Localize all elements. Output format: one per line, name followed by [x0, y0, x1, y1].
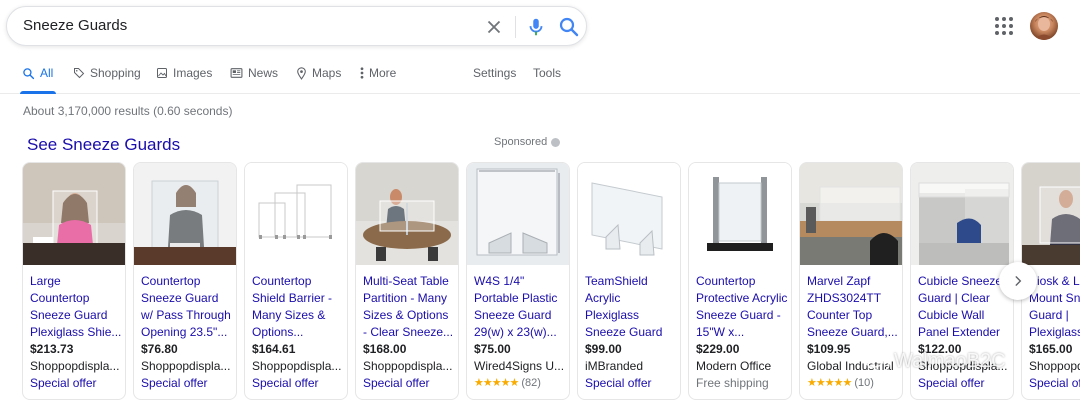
tab-label: More [369, 66, 397, 80]
special-offer-label[interactable]: Special offer [1029, 376, 1080, 390]
product-card[interactable]: Large Countertop Sneeze Guard Plexiglass… [22, 162, 126, 400]
tag-icon [74, 68, 85, 79]
product-image [23, 163, 125, 265]
review-count: (10) [854, 376, 874, 389]
product-title[interactable]: Large Countertop Sneeze Guard Plexiglass… [30, 273, 122, 341]
clear-icon[interactable] [483, 16, 505, 38]
product-card[interactable]: Multi-Seat Table Partition - Many Sizes … [355, 162, 459, 400]
product-title[interactable]: Multi-Seat Table Partition - Many Sizes … [363, 273, 455, 341]
product-price: $109.95 [807, 342, 851, 356]
search-divider [515, 16, 516, 38]
product-card[interactable]: Countertop Shield Barrier - Many Sizes &… [244, 162, 348, 400]
wechat-logo-icon [864, 351, 890, 372]
tab-settings[interactable]: Settings [473, 66, 516, 80]
special-offer-label[interactable]: Special offer [585, 376, 652, 390]
product-title[interactable]: TeamShield Acrylic Plexiglass Sneeze Gua… [585, 273, 677, 341]
tab-label: All [40, 66, 54, 80]
product-seller: Shoppopdispla... [252, 359, 342, 373]
product-image [356, 163, 458, 265]
special-offer-label[interactable]: Special offer [141, 376, 208, 390]
product-price: $165.00 [1029, 342, 1073, 356]
special-offer-label[interactable]: Special offer [252, 376, 319, 390]
apps-grid-icon[interactable] [992, 14, 1016, 38]
search-box[interactable]: Sneeze Guards [6, 6, 587, 46]
product-title[interactable]: Countertop Shield Barrier - Many Sizes &… [252, 273, 344, 341]
special-offer-label[interactable]: Special offer [30, 376, 97, 390]
tab-label: Settings [473, 66, 517, 80]
product-seller: Wired4Signs U... [474, 359, 565, 373]
product-image [578, 163, 680, 265]
product-seller: Shoppopdispla... [141, 359, 231, 373]
product-image [911, 163, 1013, 265]
product-title[interactable]: W4S 1/4" Portable Plastic Sneeze Guard 2… [474, 273, 566, 341]
product-price: $76.80 [141, 342, 178, 356]
product-price: $99.00 [585, 342, 622, 356]
tab-all[interactable]: All [22, 66, 53, 80]
product-title[interactable]: Cubicle Sneeze Guard | Clear Cubicle Wal… [918, 273, 1010, 341]
product-card[interactable]: Countertop Protective Acrylic Sneeze Gua… [688, 162, 792, 400]
result-stats: About 3,170,000 results (0.60 seconds) [23, 104, 233, 118]
search-icon[interactable] [557, 15, 581, 39]
product-image [245, 163, 347, 265]
more-vert-icon [360, 67, 364, 79]
star-rating-icon: ★★★★★ [807, 377, 852, 389]
tab-label: Maps [312, 66, 342, 80]
product-price: $164.61 [252, 342, 296, 356]
sponsored-label: Sponsored [494, 136, 561, 148]
product-title[interactable]: Countertop Protective Acrylic Sneeze Gua… [696, 273, 788, 341]
search-tabs: All Shopping Images News Maps More Setti… [0, 60, 1080, 94]
product-card[interactable]: Countertop Sneeze Guard w/ Pass Through … [133, 162, 237, 400]
star-rating-icon: ★★★★★ [474, 377, 519, 389]
tab-images[interactable]: Images [156, 66, 212, 80]
tab-more[interactable]: More [360, 66, 396, 80]
watermark-text: WalmaoB2C [894, 350, 1006, 372]
tab-label: Tools [533, 66, 562, 80]
product-card[interactable]: TeamShield Acrylic Plexiglass Sneeze Gua… [577, 162, 681, 400]
special-offer-label[interactable]: Special offer [918, 376, 985, 390]
info-icon[interactable] [551, 137, 561, 147]
shopping-section-title[interactable]: See Sneeze Guards [27, 135, 180, 155]
tab-label: News [248, 66, 279, 80]
active-tab-indicator [20, 91, 56, 94]
microphone-icon[interactable] [525, 16, 547, 38]
tab-tools[interactable]: Tools [533, 66, 561, 80]
product-seller: Shoppopdispla... [30, 359, 120, 373]
product-price: $168.00 [363, 342, 407, 356]
product-rating[interactable]: ★★★★★ (82) [474, 376, 541, 390]
product-image [1022, 163, 1080, 265]
tab-shopping[interactable]: Shopping [73, 66, 141, 80]
product-seller: Shoppopdispla... [363, 359, 453, 373]
product-image [467, 163, 569, 265]
news-icon [230, 68, 243, 78]
product-image [689, 163, 791, 265]
product-price: $229.00 [696, 342, 740, 356]
tab-label: Shopping [90, 66, 141, 80]
product-seller: iMBranded [585, 359, 644, 373]
search-input[interactable]: Sneeze Guards [23, 17, 127, 34]
product-seller: Modern Office [696, 359, 772, 373]
tab-news[interactable]: News [230, 66, 278, 80]
map-pin-icon [297, 66, 306, 80]
product-rating[interactable]: ★★★★★ (10) [807, 376, 874, 390]
review-count: (82) [521, 376, 541, 389]
tab-label: Images [173, 66, 213, 80]
product-title[interactable]: Countertop Sneeze Guard w/ Pass Through … [141, 273, 233, 341]
search-icon [23, 67, 35, 79]
watermark: WalmaoB2C [864, 350, 1006, 373]
free-shipping-label: Free shipping [696, 376, 769, 390]
carousel-next-button[interactable] [999, 262, 1037, 300]
image-icon [157, 68, 167, 78]
account-avatar[interactable] [1030, 12, 1058, 40]
tab-maps[interactable]: Maps [296, 66, 341, 80]
product-title[interactable]: Marvel Zapf ZHDS3024TT Counter Top Sneez… [807, 273, 899, 341]
product-image [134, 163, 236, 265]
special-offer-label[interactable]: Special offer [363, 376, 430, 390]
chevron-right-icon [1015, 276, 1022, 286]
product-image [800, 163, 902, 265]
product-seller: Shoppopdispla... [1029, 359, 1080, 373]
product-price: $75.00 [474, 342, 511, 356]
product-card[interactable]: W4S 1/4" Portable Plastic Sneeze Guard 2… [466, 162, 570, 400]
product-price: $213.73 [30, 342, 74, 356]
sponsored-text: Sponsored [494, 136, 548, 148]
